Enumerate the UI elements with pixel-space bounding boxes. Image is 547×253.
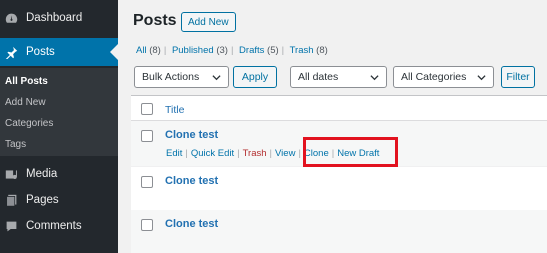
view-published[interactable]: Published: [172, 45, 214, 56]
edit-link[interactable]: Edit: [166, 148, 182, 159]
table-header-row: Title: [131, 96, 547, 121]
posts-table: Title Clone test Edit | Quick Edit | Trash | V…: [131, 95, 547, 253]
menu-item-label: Dashboard: [26, 12, 83, 24]
bulk-actions-value: Bulk Actions: [142, 71, 200, 83]
menu-item-label: Posts: [26, 46, 55, 58]
view-trash[interactable]: Trash: [290, 45, 314, 56]
view-link[interactable]: View: [275, 148, 295, 159]
apply-button[interactable]: Apply: [233, 66, 277, 88]
chevron-down-icon: [212, 75, 221, 81]
comments-icon: [4, 219, 18, 233]
view-count: (8): [149, 45, 161, 56]
media-icon: [4, 167, 18, 181]
view-all[interactable]: All: [136, 45, 147, 56]
view-count: (3): [216, 45, 228, 56]
filter-button[interactable]: Filter: [501, 66, 535, 88]
menu-item-posts[interactable]: Posts: [0, 38, 118, 66]
menu-item-pages[interactable]: Pages: [0, 186, 118, 214]
row-checkbox[interactable]: [141, 176, 153, 188]
post-title-link[interactable]: Clone test: [165, 129, 218, 141]
row-action-separator: |: [237, 148, 240, 159]
menu-item-media[interactable]: Media: [0, 160, 118, 188]
view-separator: |: [281, 45, 285, 56]
submenu-add-new[interactable]: Add New: [5, 97, 46, 108]
post-title-link[interactable]: Clone test: [165, 175, 218, 187]
menu-item-comments[interactable]: Comments: [0, 212, 118, 240]
categories-value: All Categories: [401, 71, 467, 83]
view-separator: |: [230, 45, 234, 56]
trash-link[interactable]: Trash: [243, 148, 267, 159]
table-row: Clone test: [131, 210, 547, 253]
submenu-all-posts[interactable]: All Posts: [5, 76, 48, 87]
row-checkbox[interactable]: [141, 130, 153, 142]
bulk-actions-select[interactable]: Bulk Actions: [134, 66, 229, 88]
dashboard-icon: [4, 11, 18, 25]
submenu-categories[interactable]: Categories: [5, 118, 53, 129]
view-count: (5): [267, 45, 279, 56]
post-title-link[interactable]: Clone test: [165, 218, 218, 230]
dates-select[interactable]: All dates: [290, 66, 387, 88]
view-separator: |: [163, 45, 167, 56]
post-status-views: All (8) | Published (3) | Drafts (5) | Tras…: [136, 45, 328, 56]
chevron-down-icon: [477, 75, 486, 81]
row-action-separator: |: [185, 148, 188, 159]
chevron-down-icon: [370, 75, 379, 81]
table-row: Clone test: [131, 166, 547, 210]
admin-sidebar: Dashboard Posts All Posts Add New Catego…: [0, 0, 118, 253]
page-title: Posts: [133, 12, 177, 29]
select-all-checkbox[interactable]: [141, 103, 153, 115]
submenu-tags[interactable]: Tags: [5, 139, 26, 150]
menu-item-label: Media: [26, 168, 58, 180]
column-title-header[interactable]: Title: [165, 104, 184, 116]
menu-item-label: Pages: [26, 194, 59, 206]
pushpin-icon: [4, 45, 18, 59]
row-action-separator: |: [298, 148, 301, 159]
highlight-box: [303, 137, 398, 167]
menu-item-label: Comments: [26, 220, 82, 232]
row-action-separator: |: [269, 148, 273, 159]
add-new-button[interactable]: Add New: [181, 12, 236, 32]
row-checkbox[interactable]: [141, 219, 153, 231]
categories-select[interactable]: All Categories: [393, 66, 494, 88]
view-drafts[interactable]: Drafts: [239, 45, 264, 56]
pages-icon: [4, 193, 18, 207]
dates-value: All dates: [298, 71, 339, 83]
view-count: (8): [316, 45, 328, 56]
posts-submenu: All Posts Add New Categories Tags: [0, 68, 118, 156]
menu-item-dashboard[interactable]: Dashboard: [0, 4, 118, 32]
quick-edit-link[interactable]: Quick Edit: [191, 148, 234, 159]
